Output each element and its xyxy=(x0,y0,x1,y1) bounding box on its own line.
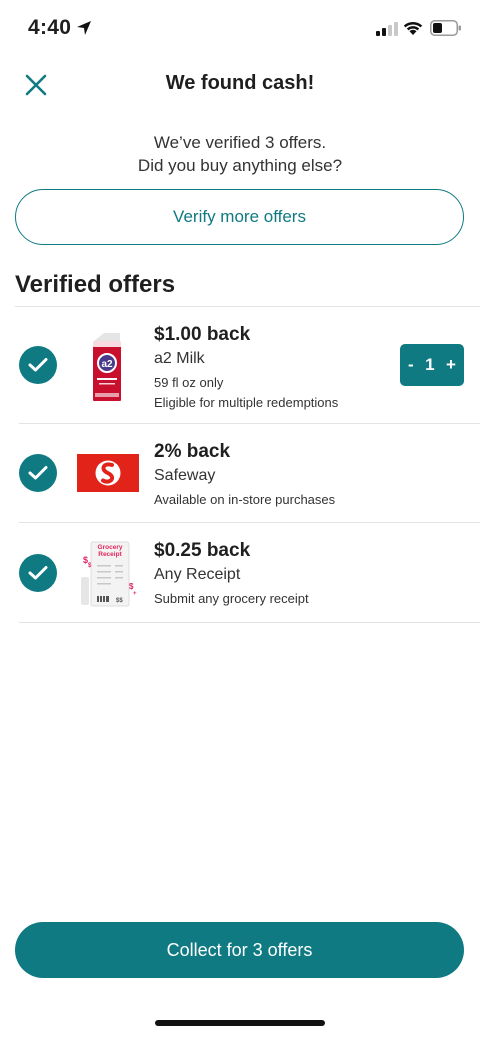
check-icon xyxy=(19,346,57,384)
svg-text:$: $ xyxy=(129,582,134,591)
offer-text: $0.25 back Any Receipt Submit any grocer… xyxy=(154,539,309,609)
milk-carton-icon: a2 xyxy=(93,333,121,401)
verify-more-offers-button[interactable]: Verify more offers xyxy=(15,189,464,245)
receipt-thumb-label: Grocery Receipt xyxy=(97,544,123,558)
section-title: Verified offers xyxy=(15,271,176,298)
svg-text:$$: $$ xyxy=(116,598,123,604)
signal-icon xyxy=(376,22,398,36)
home-indicator[interactable] xyxy=(155,1020,325,1026)
status-time: 4:40 xyxy=(28,16,72,39)
quantity-stepper[interactable]: - 1 + xyxy=(400,344,464,386)
divider xyxy=(19,622,480,623)
status-bar: 4:40 xyxy=(0,0,480,60)
offer-name: Any Receipt xyxy=(154,566,241,583)
safeway-logo-icon xyxy=(77,454,139,492)
battery-icon xyxy=(430,20,461,36)
offer-row-any-receipt: $$ $ $ $ + Grocery Receipt $0.25 back An… xyxy=(15,523,480,623)
offer-text: 2% back Safeway Available on in-store pu… xyxy=(154,440,335,510)
collect-offers-button[interactable]: Collect for 3 offers xyxy=(15,922,464,978)
offer-amount: 2% back xyxy=(154,441,231,462)
subtitle: We’ve verified 3 offers. Did you buy any… xyxy=(0,131,480,177)
receipt-icon: $$ $ $ $ + Grocery Receipt xyxy=(77,539,139,609)
offer-detail: 59 fl oz only xyxy=(154,375,224,390)
increment-button[interactable]: + xyxy=(446,355,456,375)
location-arrow-icon xyxy=(77,21,91,35)
offer-detail: Eligible for multiple redemptions xyxy=(154,395,339,410)
svg-text:+: + xyxy=(133,591,137,597)
offer-detail: Available on in-store purchases xyxy=(154,492,336,507)
offer-name: Safeway xyxy=(154,467,216,484)
decrement-button[interactable]: - xyxy=(408,355,414,375)
page-title: We found cash! xyxy=(165,72,315,94)
offer-amount: $0.25 back xyxy=(154,540,251,561)
offer-text: $1.00 back a2 Milk 59 fl oz only Eligibl… xyxy=(154,323,338,413)
svg-text:a2: a2 xyxy=(101,359,113,370)
offer-row-safeway: 2% back Safeway Available on in-store pu… xyxy=(15,424,480,523)
offer-amount: $1.00 back xyxy=(154,324,251,345)
offer-row-a2-milk: a2 $1.00 back a2 Milk 59 fl oz only Elig… xyxy=(15,307,480,424)
subtitle-line-2: Did you buy anything else? xyxy=(137,156,343,175)
subtitle-line-1: We’ve verified 3 offers. xyxy=(153,133,327,152)
wifi-icon xyxy=(403,21,423,35)
screen: 4:40 We found cash! We’ve verified 3 off… xyxy=(0,0,480,1038)
offer-name: a2 Milk xyxy=(154,350,205,367)
check-icon xyxy=(19,454,57,492)
quantity-value: 1 xyxy=(425,355,435,374)
check-icon xyxy=(19,554,57,592)
offer-detail: Submit any grocery receipt xyxy=(154,591,309,606)
